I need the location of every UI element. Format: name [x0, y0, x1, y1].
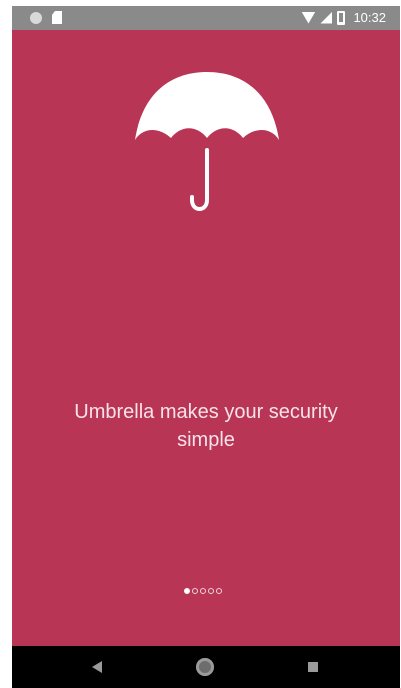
wifi-icon — [301, 11, 316, 24]
page-dot-2[interactable] — [192, 588, 198, 594]
page-dot-4[interactable] — [208, 588, 214, 594]
onboarding-tagline: Umbrella makes your security simple — [12, 398, 400, 454]
status-bar: 10:32 — [12, 6, 400, 30]
tagline-line-2: simple — [177, 429, 235, 451]
status-left-icons — [30, 11, 62, 24]
home-icon[interactable] — [196, 658, 214, 676]
status-time: 10:32 — [353, 10, 386, 25]
page-indicator — [184, 588, 222, 594]
page-dot-5[interactable] — [216, 588, 222, 594]
tagline-line-1: Umbrella makes your security — [74, 401, 338, 423]
recents-icon[interactable] — [308, 662, 318, 672]
page-dot-1[interactable] — [184, 588, 190, 594]
back-icon[interactable] — [92, 661, 102, 673]
cell-signal-icon — [320, 11, 333, 24]
notification-dot-icon — [30, 11, 42, 24]
page-dot-3[interactable] — [200, 588, 206, 594]
status-right-icons: 10:32 — [301, 10, 386, 25]
navigation-bar — [12, 646, 400, 688]
app-screen: 10:32 Umbrella makes your security simpl… — [12, 6, 400, 688]
battery-icon — [337, 10, 346, 25]
umbrella-icon — [135, 72, 279, 211]
sd-card-icon — [52, 11, 62, 24]
